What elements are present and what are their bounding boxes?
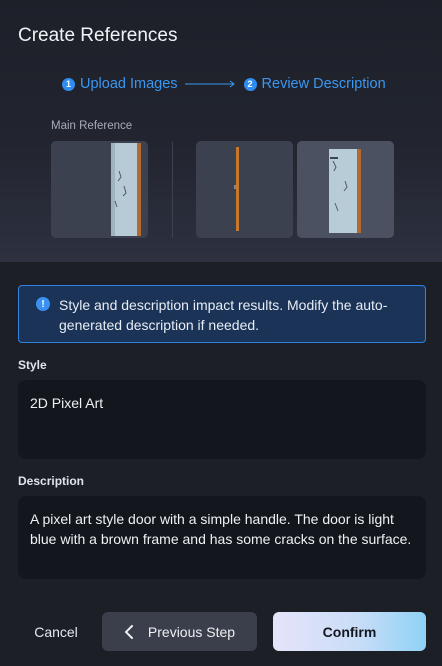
chevron-left-icon — [124, 624, 133, 639]
main-reference-label: Main Reference — [51, 120, 133, 132]
step-label-upload-images: Upload Images — [80, 76, 178, 92]
step-review-description[interactable]: 2 Review Description — [243, 76, 386, 92]
door-alt-image-icon — [297, 141, 394, 238]
reference-image-side[interactable] — [196, 141, 293, 238]
style-field-label: Style — [18, 358, 47, 372]
description-textarea[interactable]: A pixel art style door with a simple han… — [18, 496, 426, 579]
step-upload-images[interactable]: 1 Upload Images — [62, 76, 178, 92]
door-image-icon — [51, 141, 148, 238]
dialog-title: Create References — [18, 25, 178, 46]
previous-step-button[interactable]: Previous Step — [102, 612, 257, 651]
step-arrow-icon — [184, 80, 235, 88]
thumbnail-divider — [172, 142, 173, 238]
dialog-header-area: Create References 1 Upload Images 2 Revi… — [0, 0, 442, 262]
reference-image-alt[interactable] — [297, 141, 394, 238]
create-references-dialog: Create References 1 Upload Images 2 Revi… — [0, 0, 442, 666]
step-number-2: 2 — [243, 77, 257, 91]
step-indicator: 1 Upload Images 2 Review Description — [62, 75, 386, 93]
description-field-label: Description — [18, 474, 85, 488]
info-banner-text: Style and description impact results. Mo… — [59, 297, 388, 333]
cancel-button[interactable]: Cancel — [22, 612, 90, 652]
step-label-review-description: Review Description — [261, 76, 386, 92]
door-side-image-icon — [196, 141, 293, 238]
step-number-1: 1 — [62, 77, 75, 91]
reference-image-main[interactable] — [51, 141, 148, 238]
style-textarea[interactable]: 2D Pixel Art — [18, 380, 426, 459]
confirm-button[interactable]: Confirm — [273, 612, 426, 651]
previous-step-label: Previous Step — [147, 623, 236, 640]
info-icon: ! — [36, 297, 50, 311]
info-banner: ! Style and description impact results. … — [18, 285, 426, 343]
